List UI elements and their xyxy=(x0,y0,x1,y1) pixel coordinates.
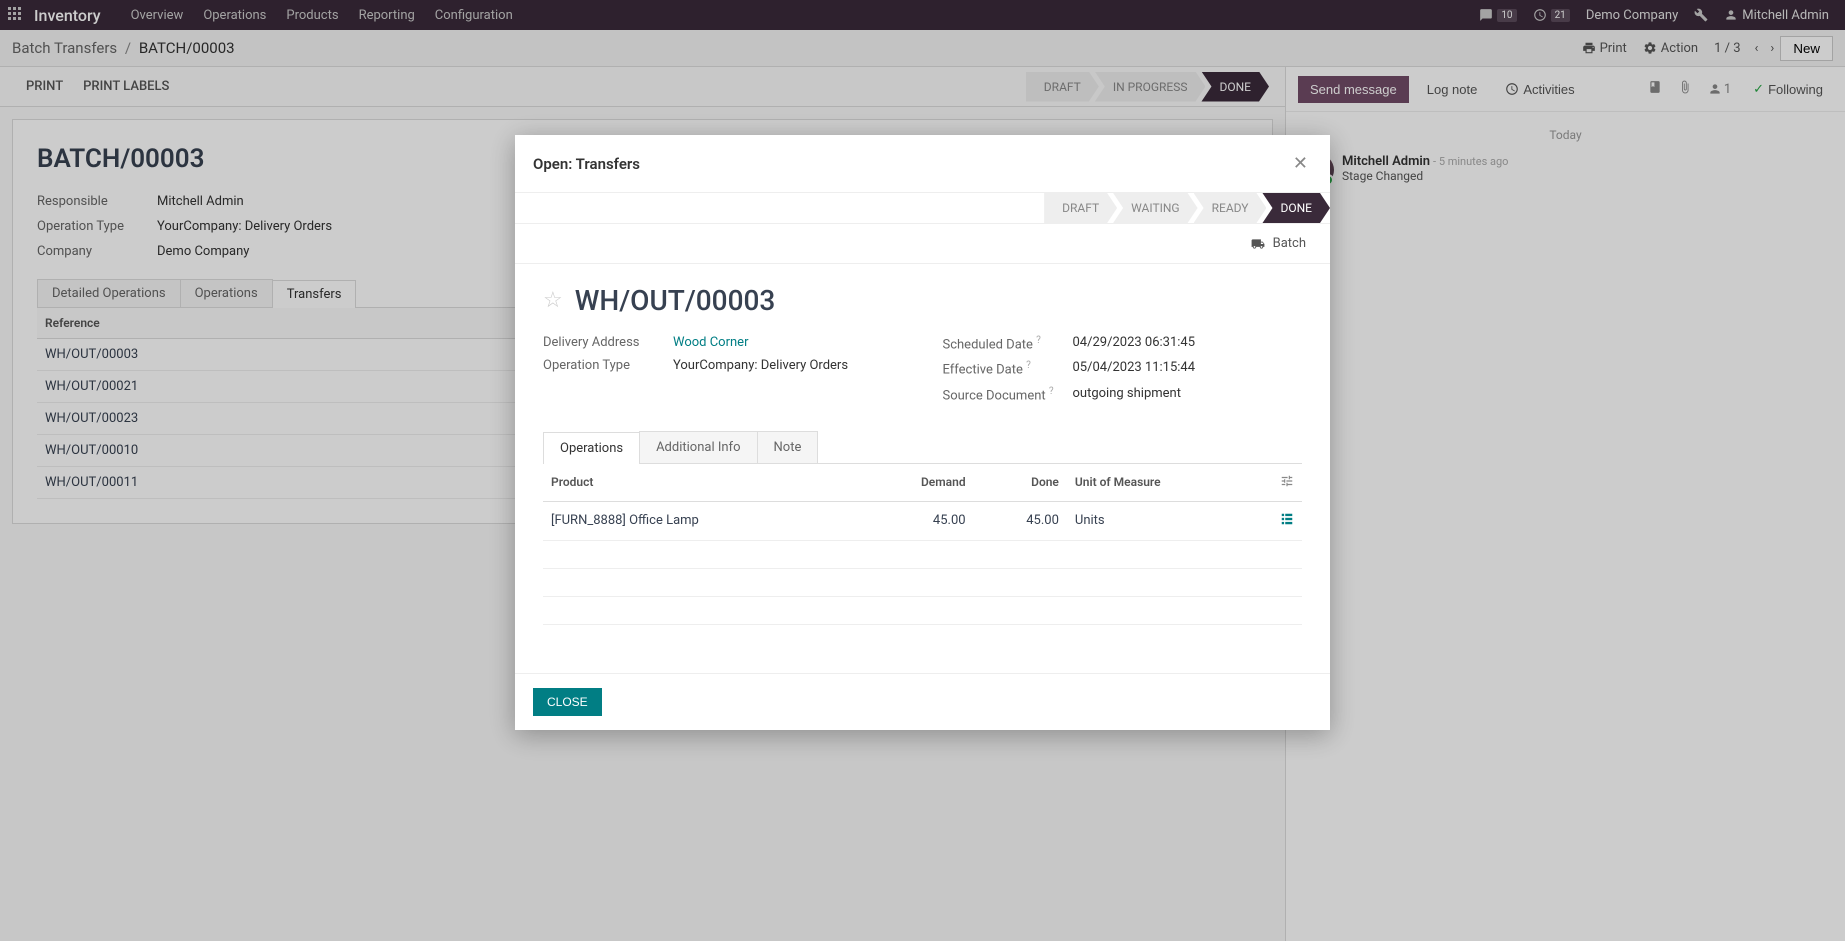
batch-button[interactable]: Batch xyxy=(1239,232,1316,255)
modal-status-ready[interactable]: READY xyxy=(1194,193,1267,223)
src-label: Source Document ? xyxy=(943,386,1073,403)
modal-optype-label: Operation Type xyxy=(543,358,673,373)
cell-uom: Units xyxy=(1067,501,1262,540)
sched-label: Scheduled Date ? xyxy=(943,335,1073,352)
eff-value: 05/04/2023 11:15:44 xyxy=(1073,360,1196,377)
col-demand[interactable]: Demand xyxy=(857,464,973,502)
help-icon[interactable]: ? xyxy=(1049,386,1054,397)
modal: Open: Transfers ✕ DRAFT WAITING READY DO… xyxy=(515,135,1330,730)
delivery-label: Delivery Address xyxy=(543,335,673,350)
modal-overlay[interactable]: Open: Transfers ✕ DRAFT WAITING READY DO… xyxy=(0,0,1845,941)
delivery-value[interactable]: Wood Corner xyxy=(673,335,748,350)
col-done[interactable]: Done xyxy=(974,464,1067,502)
sched-value: 04/29/2023 06:31:45 xyxy=(1073,335,1196,352)
close-icon[interactable]: ✕ xyxy=(1289,149,1312,178)
modal-tab-note[interactable]: Note xyxy=(757,431,819,463)
modal-tab-info[interactable]: Additional Info xyxy=(639,431,757,463)
settings-icon[interactable] xyxy=(1280,474,1294,488)
cell-done: 45.00 xyxy=(974,501,1067,540)
eff-label: Effective Date ? xyxy=(943,360,1073,377)
help-icon[interactable]: ? xyxy=(1036,335,1041,346)
modal-title-header: Open: Transfers xyxy=(533,155,640,173)
modal-tab-operations[interactable]: Operations xyxy=(543,432,640,464)
modal-tabs: Operations Additional Info Note xyxy=(543,431,1302,464)
col-product[interactable]: Product xyxy=(543,464,857,502)
truck-icon xyxy=(1249,237,1267,251)
modal-status-draft[interactable]: DRAFT xyxy=(1044,193,1117,223)
help-icon[interactable]: ? xyxy=(1026,360,1031,371)
src-value: outgoing shipment xyxy=(1073,386,1181,403)
modal-status-done[interactable]: DONE xyxy=(1262,193,1330,223)
col-uom[interactable]: Unit of Measure xyxy=(1067,464,1262,502)
modal-optype-value: YourCompany: Delivery Orders xyxy=(673,358,848,373)
table-row[interactable]: [FURN_8888] Office Lamp45.0045.00Units xyxy=(543,501,1302,540)
star-icon[interactable]: ☆ xyxy=(543,288,563,313)
modal-status-waiting[interactable]: WAITING xyxy=(1113,193,1197,223)
operations-table: Product Demand Done Unit of Measure [FUR… xyxy=(543,464,1302,541)
modal-status-bar: DRAFT WAITING READY DONE xyxy=(1044,193,1330,223)
modal-record-title: WH/OUT/00003 xyxy=(575,284,776,317)
cell-product: [FURN_8888] Office Lamp xyxy=(543,501,857,540)
close-button[interactable]: CLOSE xyxy=(533,688,602,716)
cell-demand: 45.00 xyxy=(857,501,973,540)
detail-icon[interactable] xyxy=(1280,512,1294,526)
